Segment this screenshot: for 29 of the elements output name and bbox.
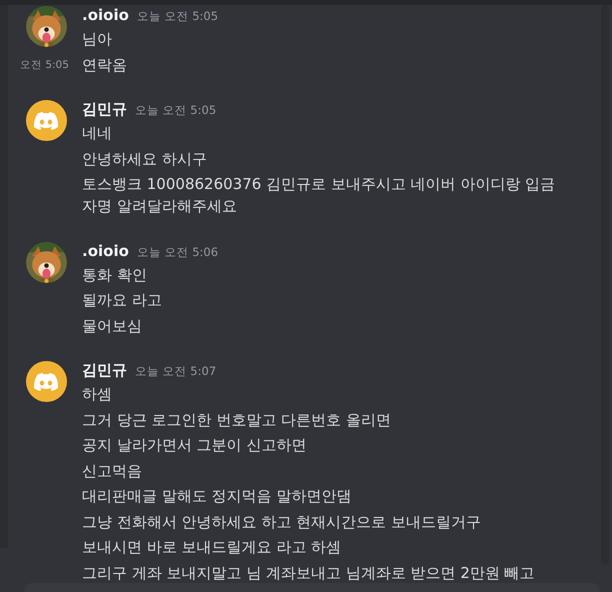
- message-text: 보내시면 바로 보내드릴게요 라고 하셈: [82, 537, 342, 558]
- message-text: 물어보심: [82, 316, 143, 336]
- message-text: 하셈: [82, 384, 113, 405]
- message-text: 그냥 전화해서 안녕하세요 하고 현재시간으로 보내드릴거구: [82, 512, 482, 532]
- message-text: 공지 날라가면서 그분이 신고하면: [82, 435, 308, 456]
- message-text: 그리구 게좌 보내지말고 님 계좌보내고 님계좌로 받으면 2만원 빼고: [82, 562, 536, 584]
- timestamp: 오늘 오전 5:05: [135, 103, 216, 118]
- message-text: 될까요 라고: [82, 290, 163, 311]
- timestamp: 오늘 오전 5:07: [135, 364, 216, 379]
- message-text: 그거 당근 로그인한 번호말고 다른번호 올리면: [82, 410, 392, 430]
- timestamp: 오늘 오전 5:06: [136, 244, 218, 260]
- timestamp: 오전 5:05: [20, 58, 69, 72]
- username[interactable]: .oioio: [82, 242, 129, 260]
- message-text: 대리판매글 말해도 정지먹음 말하면안댐: [82, 486, 352, 507]
- default-avatar[interactable]: [26, 100, 66, 141]
- username[interactable]: 김민규: [82, 100, 127, 119]
- username[interactable]: .oioio: [82, 6, 129, 24]
- controller-face-icon: [34, 112, 58, 130]
- username[interactable]: 김민규: [82, 361, 127, 380]
- message-text: 네네: [82, 123, 113, 144]
- message-text: 통화 확인: [82, 264, 148, 286]
- message-text: 님아: [82, 29, 113, 50]
- message-text: 토스뱅크 100086260376 김민규로 보내주시고 네이버 아이디랑 입금자명 알려달라해주세요: [82, 174, 556, 217]
- message-text: 안녕하세요 하시구: [82, 148, 208, 170]
- default-avatar[interactable]: [26, 361, 66, 402]
- message-text: 신고먹음: [82, 460, 143, 482]
- controller-face-icon: [34, 372, 58, 390]
- timestamp: 오늘 오전 5:05: [136, 9, 218, 24]
- message-text: 연락옴: [82, 54, 128, 76]
